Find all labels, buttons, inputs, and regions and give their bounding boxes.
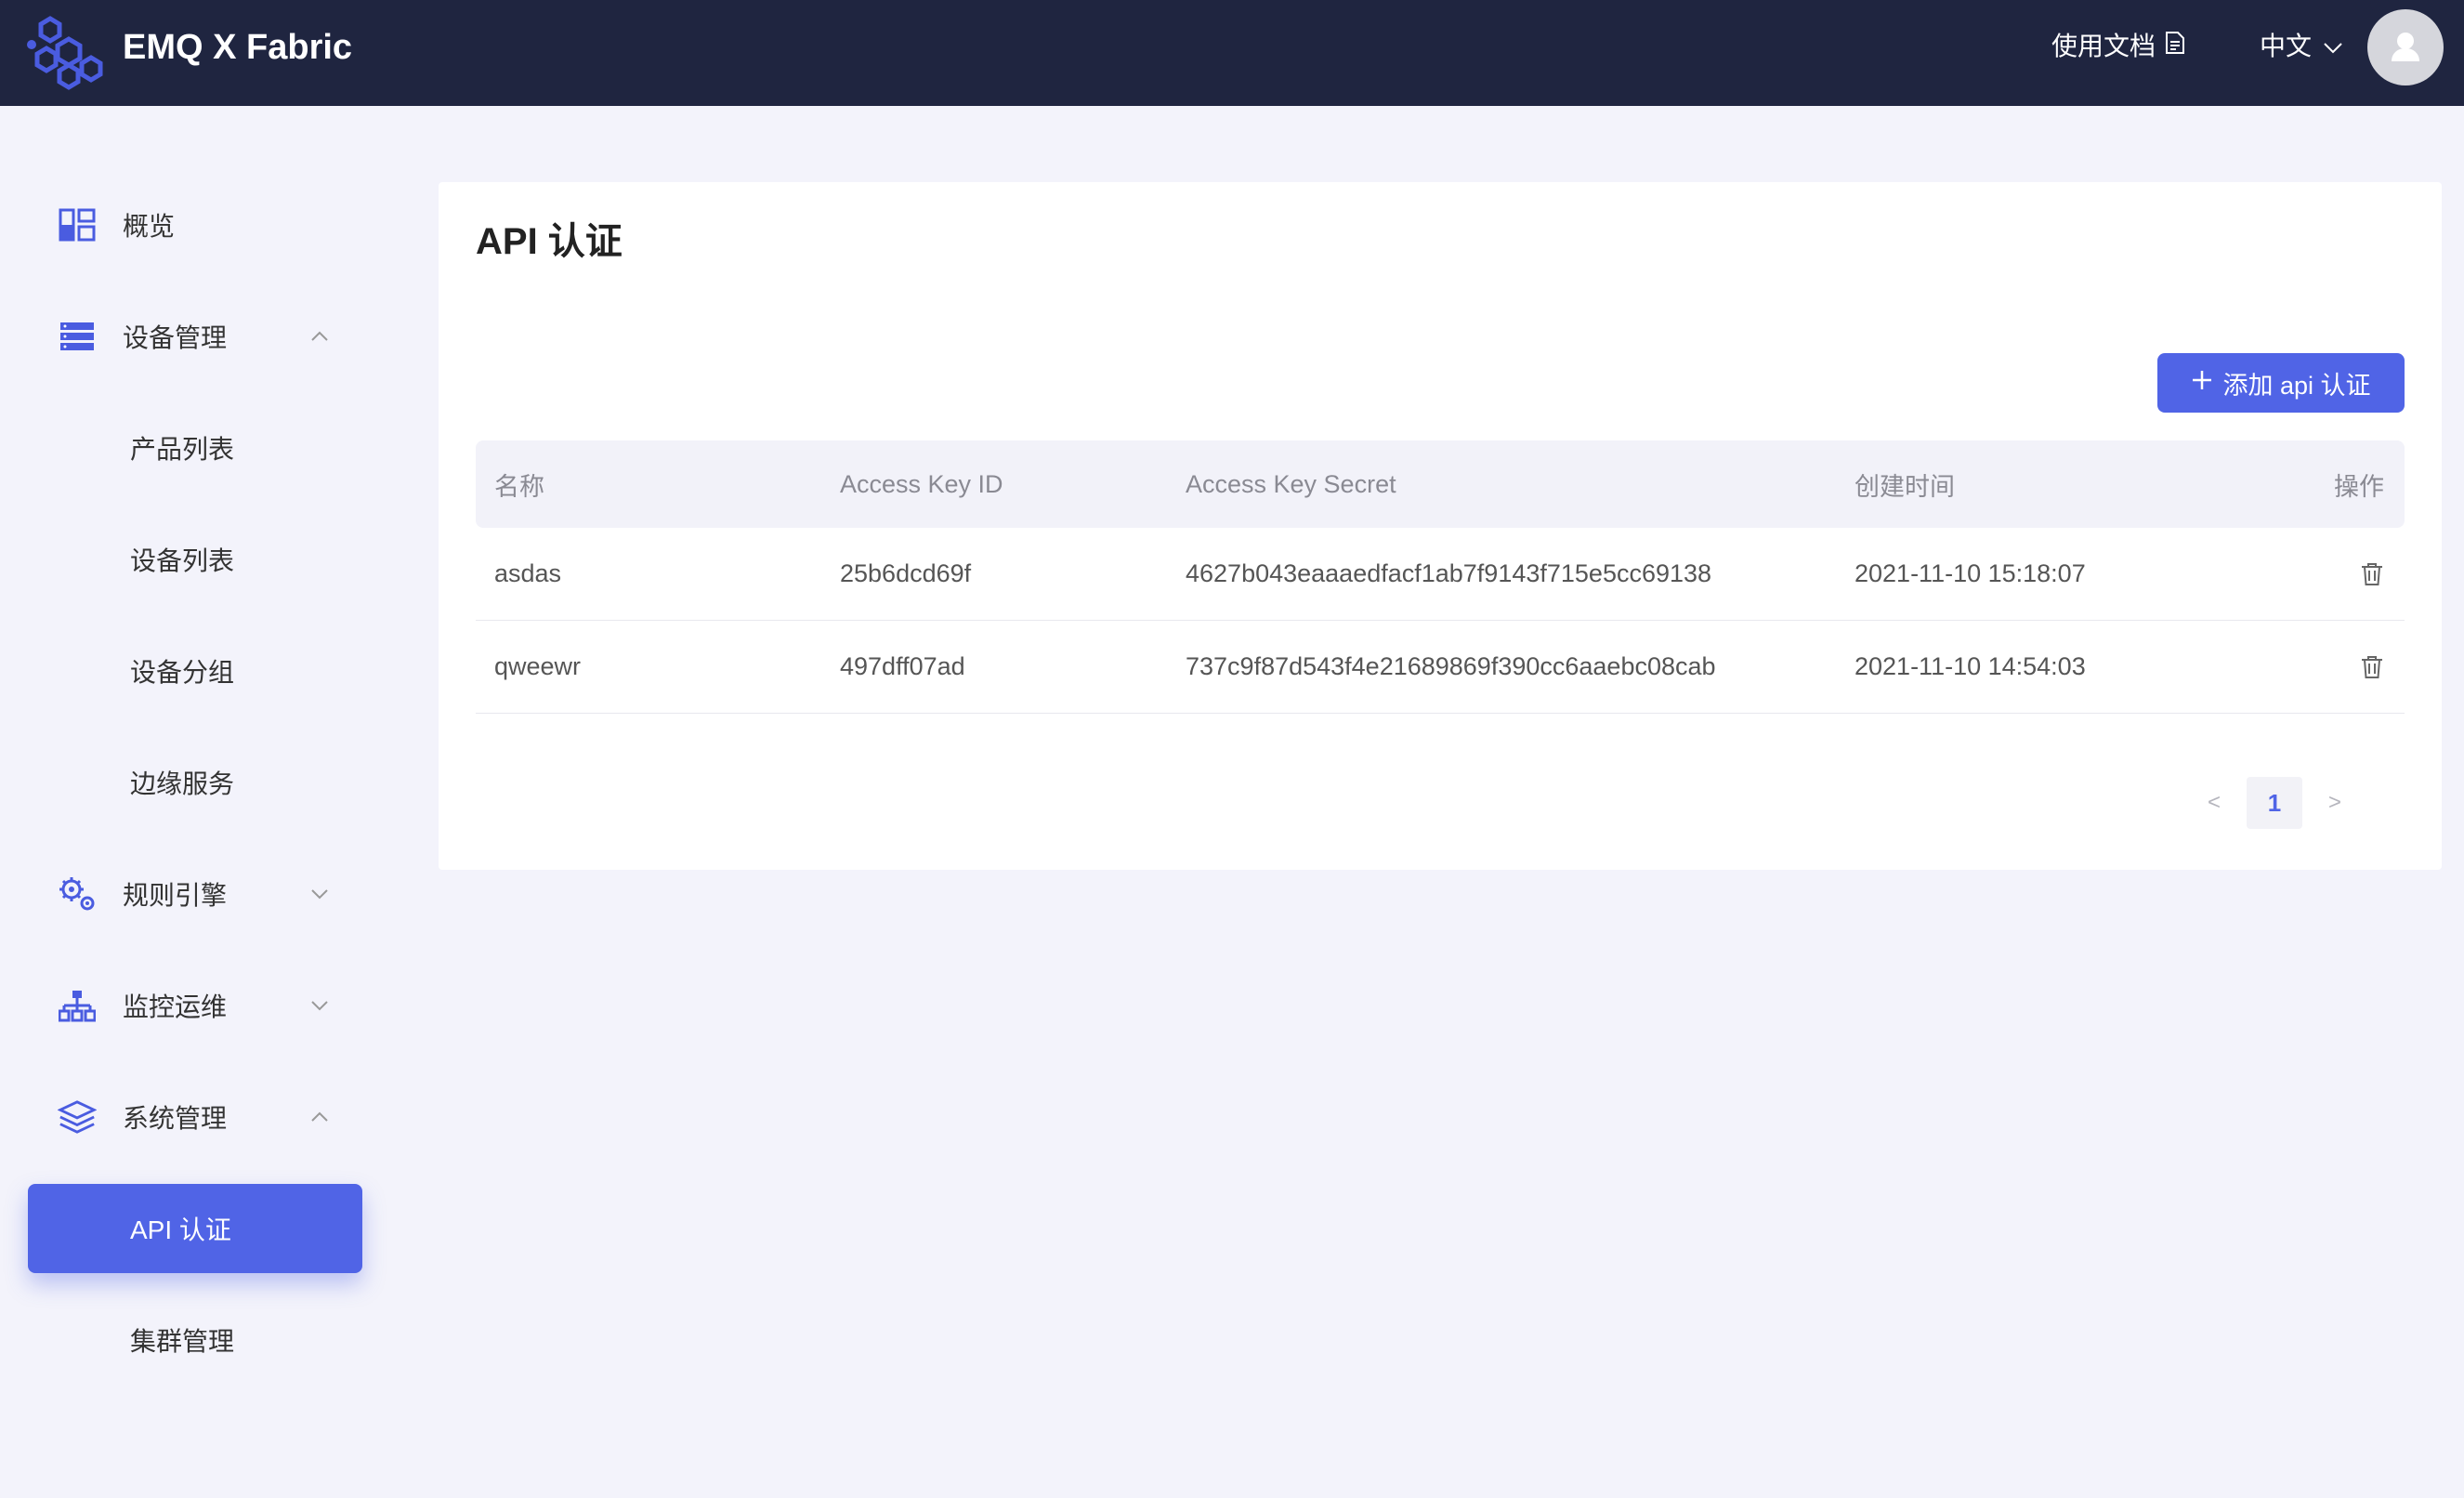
api-key-table: 名称 Access Key ID Access Key Secret 创建时间 … [476,440,2405,714]
cell-name: asdas [494,559,562,587]
table-row: asdas 25b6dcd69f 4627b043eaaaedfacf1ab7f… [476,528,2405,621]
sidebar-item-device-group[interactable]: 设备分组 [28,626,362,716]
dashboard-icon [58,205,97,244]
docs-label: 使用文档 [2051,32,2156,60]
sidebar-item-system-management[interactable]: 系统管理 [28,1072,362,1162]
sidebar-item-label: 边缘服务 [130,769,235,798]
page-title: API 认证 [476,221,623,262]
gears-icon [58,874,97,913]
sidebar-item-label: 规则引擎 [123,881,228,910]
column-header-created-time: 创建时间 [1855,472,1955,501]
sidebar-item-product-list[interactable]: 产品列表 [28,403,362,493]
sidebar-item-label: 产品列表 [130,435,235,464]
page-number-current[interactable]: 1 [2247,777,2302,829]
sidebar-item-label: 监控运维 [123,992,228,1021]
chevron-down-icon [308,883,331,905]
sidebar-item-rule-engine[interactable]: 规则引擎 [28,849,362,939]
sidebar-item-label: 设备列表 [130,546,235,575]
column-header-name: 名称 [494,472,544,501]
content-card: API 认证 添加 api 认证 名称 Access Key ID Access… [439,182,2442,870]
sidebar-item-overview[interactable]: 概览 [28,180,362,269]
docs-link[interactable]: 使用文档 [2051,28,2185,65]
chevron-down-icon [308,994,331,1017]
sidebar-item-cluster-management[interactable]: 集群管理 [28,1295,362,1385]
sidebar-item-label: 集群管理 [130,1327,235,1356]
cell-created-time: 2021-11-10 14:54:03 [1855,652,2086,680]
language-select[interactable]: 中文 [2260,28,2343,65]
cell-name: qweewr [494,652,582,680]
plus-icon [2191,369,2213,398]
sidebar-item-api-auth[interactable]: API 认证 [28,1184,362,1273]
sidebar-item-device-management[interactable]: 设备管理 [28,292,362,381]
column-header-actions: 操作 [2334,472,2384,501]
column-header-key-secret: Access Key Secret [1186,469,1396,498]
document-icon [2165,28,2185,65]
table-header: 名称 Access Key ID Access Key Secret 创建时间 … [476,440,2405,528]
sidebar-item-label: API 认证 [130,1215,231,1244]
sidebar-item-label: 概览 [123,212,176,241]
sidebar-item-label: 系统管理 [123,1104,228,1133]
cell-created-time: 2021-11-10 15:18:07 [1855,559,2086,587]
top-bar: EMQ X Fabric 使用文档 中文 [0,0,2464,106]
cell-key-id: 25b6dcd69f [840,559,972,587]
network-icon [58,986,97,1025]
prev-page-button[interactable]: < [2200,790,2228,816]
user-icon [2392,33,2419,61]
avatar[interactable] [2367,9,2444,85]
logo-icon [26,11,106,91]
chevron-up-icon [308,1106,331,1128]
sidebar-item-label: 设备管理 [123,323,228,352]
sidebar-item-monitoring[interactable]: 监控运维 [28,961,362,1050]
sidebar-item-label: 设备分组 [130,658,235,687]
cell-key-id: 497dff07ad [840,652,965,680]
chevron-down-icon [2323,28,2343,65]
server-icon [58,317,97,356]
sidebar-item-device-list[interactable]: 设备列表 [28,515,362,604]
trash-icon[interactable] [2360,561,2384,587]
column-header-key-id: Access Key ID [840,469,1003,498]
language-label: 中文 [2260,32,2313,60]
pagination: < 1 > [2200,777,2349,829]
add-api-auth-button[interactable]: 添加 api 认证 [2157,353,2405,413]
next-page-button[interactable]: > [2321,790,2349,816]
layers-icon [58,1097,97,1137]
add-button-label: 添加 api 认证 [2222,371,2371,400]
app-title: EMQ X Fabric [123,28,353,67]
sidebar: 概览 设备管理 产品列表 设备列表 设备分组 边缘服务 规则引擎 监控运维 系统… [0,106,390,1498]
sidebar-item-edge-service[interactable]: 边缘服务 [28,738,362,827]
table-row: qweewr 497dff07ad 737c9f87d543f4e2168986… [476,621,2405,714]
trash-icon[interactable] [2360,654,2384,680]
cell-key-secret: 737c9f87d543f4e21689869f390cc6aaebc08cab [1186,652,1716,680]
chevron-up-icon [308,325,331,348]
cell-key-secret: 4627b043eaaaedfacf1ab7f9143f715e5cc69138 [1186,559,1712,587]
